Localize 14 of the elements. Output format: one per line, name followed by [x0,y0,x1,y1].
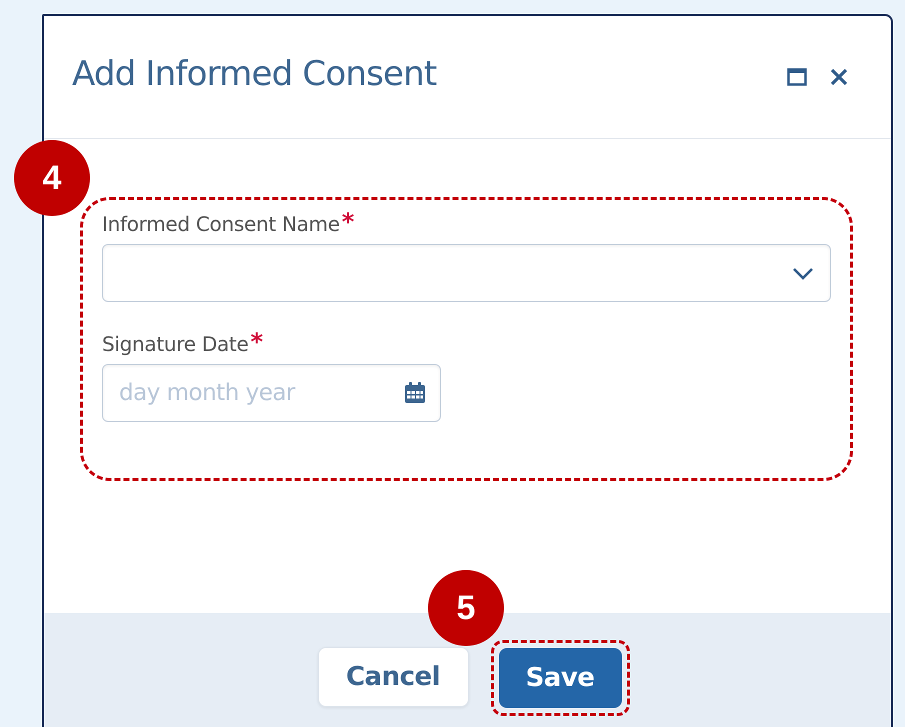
dialog-title: Add Informed Consent [72,54,438,94]
close-icon[interactable] [829,67,849,87]
required-mark: * [250,332,264,352]
cancel-button[interactable]: Cancel [318,647,468,707]
dropdown-field[interactable] [102,244,831,302]
chevron-down-icon [792,266,814,280]
save-button[interactable]: Save [498,648,622,708]
field-label: Informed Consent Name [102,212,340,236]
required-mark: * [342,212,354,232]
date-field[interactable]: day month year [102,364,441,422]
maximize-icon[interactable] [787,68,807,86]
calendar-icon [403,381,427,405]
callout-badge: 4 [14,140,90,216]
field-label: Signature Date [102,332,248,356]
